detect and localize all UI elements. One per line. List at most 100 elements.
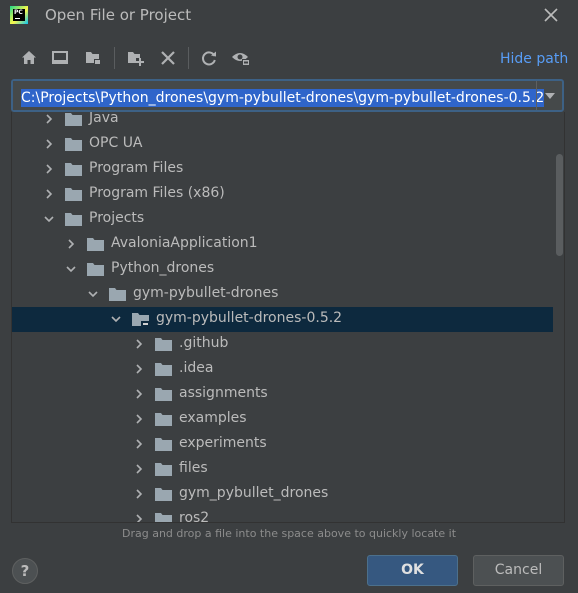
tree-row[interactable]: .idea [12, 357, 553, 382]
chevron-right-icon[interactable] [133, 513, 145, 523]
desktop-icon [52, 51, 68, 64]
toolbar [0, 44, 578, 74]
tree-row[interactable]: gym-pybullet-drones-0.5.2 [12, 307, 553, 332]
folder-icon [65, 163, 82, 176]
chevron-right-icon[interactable] [133, 338, 145, 350]
pycharm-logo-icon: PC [10, 6, 28, 24]
chevron-right-icon[interactable] [133, 388, 145, 400]
folder-icon [65, 138, 82, 151]
show-hidden-button[interactable] [230, 47, 252, 69]
tree-row[interactable]: gym_pybullet_drones [12, 482, 553, 507]
folder-icon [155, 363, 172, 376]
tree-row-label: experiments [179, 435, 267, 451]
tree-row-label: AvaloniaApplication1 [111, 235, 258, 251]
tree-row[interactable]: Java [12, 112, 553, 132]
toolbar-separator [114, 47, 115, 69]
tree-row-label: Program Files [89, 160, 184, 176]
drag-drop-hint: Drag and drop a file into the space abov… [121, 527, 457, 540]
tree-row[interactable]: experiments [12, 432, 553, 457]
refresh-button[interactable] [198, 47, 220, 69]
chevron-right-icon[interactable] [43, 188, 55, 200]
folder-icon [155, 388, 172, 401]
chevron-down-icon [544, 92, 555, 99]
delete-button[interactable] [157, 47, 179, 69]
tree-row[interactable]: examples [12, 407, 553, 432]
folder-icon [155, 338, 172, 351]
tree-row-label: Program Files (x86) [89, 185, 225, 201]
tree-row-label: .idea [179, 360, 214, 376]
scrollbar-thumb[interactable] [556, 154, 563, 256]
folder-icon [132, 313, 149, 326]
close-button[interactable] [540, 4, 562, 26]
home-button[interactable] [18, 47, 40, 69]
tree-row[interactable]: OPC UA [12, 132, 553, 157]
chevron-right-icon[interactable] [133, 413, 145, 425]
chevron-right-icon[interactable] [43, 163, 55, 175]
folder-icon [65, 188, 82, 201]
file-tree: Java OPC UA Program Files Program Files (x8… [11, 112, 565, 523]
tree-row[interactable]: files [12, 457, 553, 482]
vertical-scrollbar[interactable] [553, 112, 564, 522]
chevron-right-icon[interactable] [133, 463, 145, 475]
chevron-right-icon[interactable] [133, 438, 145, 450]
path-input[interactable]: C:\Projects\Python_drones\gym-pybullet-d… [13, 81, 545, 110]
delete-icon [161, 51, 175, 65]
tree-row-label: examples [179, 410, 247, 426]
path-field: C:\Projects\Python_drones\gym-pybullet-d… [11, 79, 564, 112]
chevron-down-icon[interactable] [65, 263, 77, 275]
tree-row[interactable]: gym-pybullet-drones [12, 282, 553, 307]
tree-row[interactable]: Projects [12, 207, 553, 232]
tree-row[interactable]: Program Files [12, 157, 553, 182]
refresh-icon [202, 51, 216, 66]
hide-path-link[interactable]: Hide path [500, 51, 568, 67]
help-button[interactable]: ? [12, 558, 38, 584]
tree-row-label: Python_drones [111, 260, 215, 276]
folder-icon [109, 288, 126, 301]
desktop-button[interactable] [49, 47, 71, 69]
folder-icon [87, 238, 104, 251]
path-history-dropdown[interactable] [536, 81, 562, 110]
chevron-right-icon[interactable] [43, 138, 55, 150]
show-hidden-icon [232, 53, 250, 66]
folder-icon [155, 513, 172, 522]
tree-row[interactable]: Program Files (x86) [12, 182, 553, 207]
home-icon [22, 51, 36, 64]
chevron-down-icon[interactable] [43, 213, 55, 225]
tree-row-label: assignments [179, 385, 268, 401]
cancel-button[interactable]: Cancel [473, 555, 564, 586]
tree-row-label: files [179, 460, 208, 476]
tree-row-label: gym-pybullet-drones-0.5.2 [156, 310, 343, 326]
chevron-right-icon[interactable] [65, 238, 77, 250]
path-text: C:\Projects\Python_drones\gym-pybullet-d… [21, 89, 545, 107]
ok-button[interactable]: OK [367, 555, 458, 586]
tree-row[interactable]: Python_drones [12, 257, 553, 282]
toolbar-separator [188, 47, 189, 69]
tree-row-label: Projects [89, 210, 145, 226]
chevron-right-icon[interactable] [43, 113, 55, 125]
folder-icon [155, 488, 172, 501]
tree-row-label: Java [89, 112, 119, 126]
folder-icon [65, 213, 82, 226]
tree-row[interactable]: .github [12, 332, 553, 357]
close-icon [544, 8, 558, 22]
new-folder-button[interactable] [124, 47, 146, 69]
folder-icon [65, 113, 82, 126]
window-title: Open File or Project [45, 6, 192, 24]
tree-row-label: ros2 [179, 510, 210, 523]
chevron-right-icon[interactable] [133, 363, 145, 375]
folder-icon [87, 263, 104, 276]
tree-row-label: gym-pybullet-drones [133, 285, 279, 301]
tree-row[interactable]: ros2 [12, 507, 553, 523]
project-folder-icon [86, 52, 101, 65]
project-folder-button[interactable] [82, 47, 104, 69]
title-bar: PC Open File or Project [0, 0, 578, 32]
tree-row-label: gym_pybullet_drones [179, 485, 329, 501]
new-folder-icon [128, 52, 144, 66]
tree-row[interactable]: assignments [12, 382, 553, 407]
folder-icon [155, 438, 172, 451]
chevron-down-icon[interactable] [87, 288, 99, 300]
tree-row[interactable]: AvaloniaApplication1 [12, 232, 553, 257]
chevron-right-icon[interactable] [133, 488, 145, 500]
chevron-down-icon[interactable] [110, 313, 122, 325]
tree-row-label: .github [179, 335, 229, 351]
